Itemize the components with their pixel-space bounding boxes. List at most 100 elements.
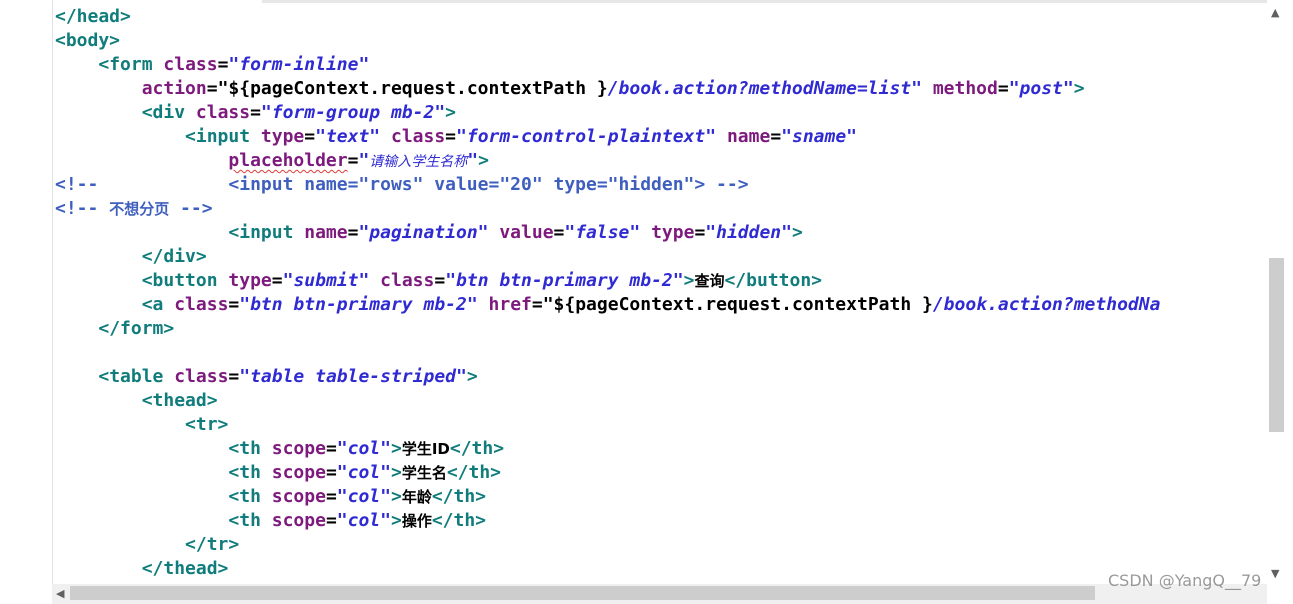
code-token: "false"	[564, 222, 641, 243]
code-token: <div	[141, 102, 196, 123]
code-token: =	[325, 486, 337, 507]
code-token: </th>	[449, 438, 505, 459]
code-line[interactable]: 43 <input name="pagination" value="false…	[55, 221, 1267, 245]
code-line[interactable]: 56 </tr>	[55, 533, 1267, 557]
code-token: >	[390, 510, 402, 531]
code-token: <body>	[55, 30, 121, 51]
code-line[interactable]: 53 <th scope="col">学生名</th>	[55, 461, 1267, 485]
code-token: type	[228, 270, 272, 291]
code-token: 查询	[694, 272, 725, 290]
code-line[interactable]: 44 </div>	[55, 245, 1267, 269]
code-token: "table table-striped"	[239, 366, 467, 387]
code-token: =	[325, 462, 337, 483]
code-line[interactable]: 45 <button type="submit" class="btn btn-…	[55, 269, 1267, 293]
code-line[interactable]: 42<!-- 不想分页 -->	[55, 197, 1267, 221]
code-line[interactable]: 57 </thead>	[55, 557, 1267, 581]
code-token: class	[380, 270, 435, 291]
code-token: value	[499, 222, 554, 243]
code-line[interactable]: 38 <div class="form-group mb-2">	[55, 101, 1267, 125]
code-token: class	[174, 294, 229, 315]
scroll-down-arrow-icon[interactable]: ▼	[1271, 568, 1279, 580]
code-token: </div>	[141, 246, 207, 267]
code-line[interactable]: 35<body>	[55, 29, 1267, 53]
code-content: <th scope="col">年龄</th>	[55, 485, 486, 509]
code-line[interactable]: 41<!-- <input name="rows" value="20" typ…	[55, 173, 1267, 197]
code-line[interactable]: 49 <table class="table table-striped">	[55, 365, 1267, 389]
code-line[interactable]: 50 <thead>	[55, 389, 1267, 413]
code-token: 学生名	[401, 464, 447, 482]
code-line[interactable]: 52 <th scope="col">学生ID</th>	[55, 437, 1267, 461]
code-token: 不想分页	[109, 200, 170, 218]
code-token: </th>	[431, 510, 487, 531]
code-token: class	[195, 102, 251, 123]
code-line[interactable]: 51 <tr>	[55, 413, 1267, 437]
code-token: <a	[141, 294, 175, 315]
code-token: "col"	[336, 486, 391, 507]
code-token: =	[271, 270, 283, 291]
code-token: class	[390, 126, 446, 147]
code-token: 操作	[401, 512, 432, 530]
code-token: placeholder	[228, 150, 348, 171]
code-token: "submit"	[282, 270, 370, 291]
code-token: href	[488, 294, 532, 315]
code-token: "col"	[336, 510, 391, 531]
code-editor[interactable]: 34</head>35<body>36 <form class="form-in…	[0, 0, 1293, 604]
code-line[interactable]: 37 action="${pageContext.request.context…	[55, 77, 1267, 101]
code-line[interactable]: 47 </form>	[55, 317, 1267, 341]
code-token: <button	[141, 270, 229, 291]
code-token: "form-inline"	[228, 54, 370, 75]
horizontal-scrollbar-thumb[interactable]	[70, 586, 1095, 600]
scroll-left-arrow-icon[interactable]: ◀	[56, 588, 64, 600]
code-token: scope	[271, 438, 326, 459]
code-token: =	[997, 78, 1009, 99]
code-token: <thead>	[141, 390, 218, 411]
code-token: </th>	[446, 462, 502, 483]
code-token: "pagination"	[358, 222, 489, 243]
code-token: type	[651, 222, 695, 243]
code-token: >	[390, 486, 402, 507]
code-token: action	[141, 78, 207, 99]
code-text-area[interactable]: 34</head>35<body>36 <form class="form-in…	[55, 5, 1267, 584]
code-content: <th scope="col">学生名</th>	[55, 461, 501, 485]
code-line[interactable]: 54 <th scope="col">年龄</th>	[55, 485, 1267, 509]
code-token: =	[325, 438, 337, 459]
code-token: 年龄	[401, 488, 432, 506]
code-token: </button>	[724, 270, 823, 291]
code-content: placeholder="请输入学生名称">	[55, 149, 489, 174]
code-token: method	[932, 78, 998, 99]
vertical-scrollbar-thumb[interactable]	[1269, 258, 1284, 432]
code-token: "	[358, 150, 370, 171]
code-content: <th scope="col">学生ID</th>	[55, 437, 504, 461]
scroll-up-arrow-icon[interactable]: ▲	[1271, 7, 1279, 19]
code-token: name	[304, 222, 348, 243]
code-token: class	[163, 54, 218, 75]
code-token: =	[347, 222, 359, 243]
code-token: >	[466, 366, 478, 387]
code-content: <th scope="col">操作</th>	[55, 509, 486, 533]
code-line[interactable]: 39 <input type="text" class="form-contro…	[55, 125, 1267, 149]
code-line[interactable]: 48	[55, 341, 1267, 365]
code-line[interactable]: 55 <th scope="col">操作</th>	[55, 509, 1267, 533]
code-line[interactable]: 46 <a class="btn btn-primary mb-2" href=…	[55, 293, 1267, 317]
line-number-gutter	[0, 0, 52, 584]
code-content: <!-- <input name="rows" value="20" type=…	[55, 173, 749, 197]
code-line[interactable]: 36 <form class="form-inline"	[55, 53, 1267, 77]
code-token: -->	[169, 198, 213, 219]
code-line[interactable]: 40 placeholder="请输入学生名称">	[55, 149, 1267, 173]
code-line[interactable]: 34</head>	[55, 5, 1267, 29]
code-content: <form class="form-inline"	[55, 53, 369, 77]
code-token: </head>	[55, 6, 131, 27]
code-token: "col"	[336, 462, 391, 483]
code-content: <body>	[55, 29, 120, 53]
code-token: >	[683, 270, 695, 291]
